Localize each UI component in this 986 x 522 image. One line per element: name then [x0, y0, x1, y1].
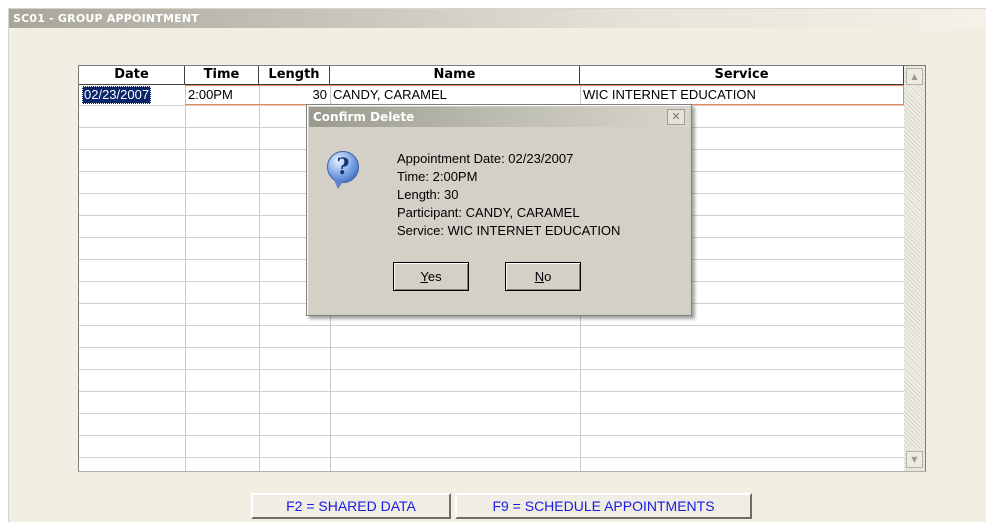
message-participant: Participant: CANDY, CARAMEL	[397, 205, 580, 220]
table-cell-date[interactable]: 02/23/2007	[80, 85, 184, 105]
table-cell-service[interactable]: WIC INTERNET EDUCATION	[583, 85, 901, 105]
selected-date-value[interactable]: 02/23/2007	[82, 86, 152, 104]
row-divider	[79, 325, 904, 326]
dialog-titlebar: Confirm Delete ✕	[309, 107, 689, 127]
scroll-up-arrow-icon[interactable]: ▲	[906, 68, 923, 85]
column-header-date[interactable]: Date	[79, 66, 185, 85]
column-header-name[interactable]: Name	[330, 66, 580, 85]
column-header-time[interactable]: Time	[185, 66, 259, 85]
message-appointment-date: Appointment Date: 02/23/2007	[397, 151, 574, 166]
dialog-message: Appointment Date: 02/23/2007 Time: 2:00P…	[397, 150, 620, 240]
row-divider	[79, 369, 904, 370]
message-length: Length: 30	[397, 187, 459, 202]
yes-label: es	[427, 269, 442, 284]
row-divider	[79, 457, 904, 458]
question-icon: ?	[327, 151, 359, 189]
confirm-delete-dialog: Confirm Delete ✕ ? Appointment Date: 02/…	[306, 104, 692, 316]
f2-shared-data-button[interactable]: F2 = SHARED DATA	[251, 493, 451, 519]
row-divider	[79, 435, 904, 436]
no-mnemonic: N	[534, 269, 545, 284]
no-label: o	[544, 269, 552, 284]
window-title: SC01 - GROUP APPOINTMENT	[13, 12, 199, 25]
table-cell-time[interactable]: 2:00PM	[188, 85, 258, 105]
window-titlebar: SC01 - GROUP APPOINTMENT	[9, 9, 986, 28]
vertical-scrollbar[interactable]: ▲ ▼	[904, 66, 925, 471]
table-cell-name[interactable]: CANDY, CARAMEL	[333, 85, 579, 105]
f9-schedule-appointments-button[interactable]: F9 = SCHEDULE APPOINTMENTS	[455, 493, 752, 519]
scroll-down-arrow-icon[interactable]: ▼	[906, 451, 923, 468]
yes-mnemonic: Y	[420, 269, 428, 284]
row-divider	[79, 391, 904, 392]
message-service: Service: WIC INTERNET EDUCATION	[397, 223, 621, 238]
yes-button[interactable]: Yes	[393, 262, 469, 291]
dialog-title: Confirm Delete	[313, 110, 415, 124]
message-time: Time: 2:00PM	[397, 169, 478, 184]
no-button[interactable]: No	[505, 262, 581, 291]
table-cell-length[interactable]: 30	[260, 85, 329, 105]
close-icon[interactable]: ✕	[667, 109, 685, 125]
row-divider	[79, 347, 904, 348]
column-header-service[interactable]: Service	[580, 66, 904, 85]
column-header-length[interactable]: Length	[259, 66, 330, 85]
row-divider	[79, 413, 904, 414]
